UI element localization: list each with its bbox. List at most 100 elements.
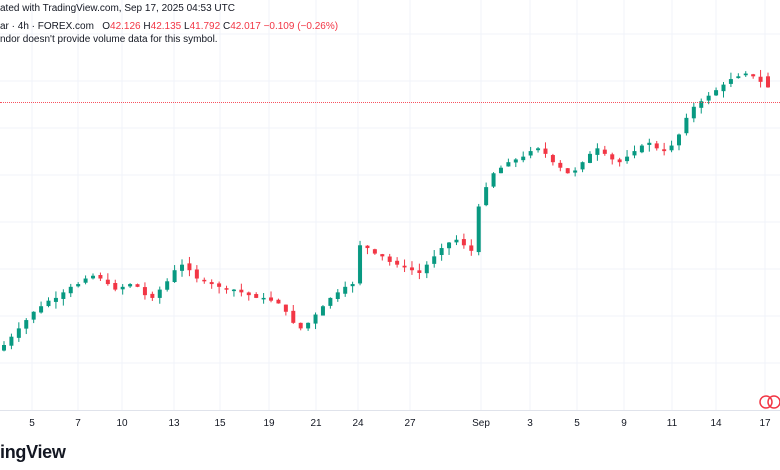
candle-body [632,151,637,156]
branding[interactable]: ingView [0,441,66,463]
candle-body [469,245,474,251]
candle-body [224,288,229,290]
candle-body [595,148,600,155]
candle-body [120,286,125,290]
candle-body [194,269,199,279]
candle-body [521,156,526,161]
x-tick-label: 24 [352,418,364,429]
candle-body [53,297,58,302]
candle-body [395,260,400,265]
candle-body [447,242,452,249]
tradingview-watermark-icon[interactable] [759,395,780,409]
candle-body [714,90,719,96]
candle-body [758,76,763,82]
candle-body [461,239,466,246]
x-axis[interactable]: 5 7 10 13 15 19 21 24 27 Sep 3 5 9 11 14 17 [0,410,780,441]
x-tick-label: Sep [472,418,490,429]
candle-body [573,170,578,173]
symbol-label: ar · 4h · FOREX.com [0,21,94,32]
candle-body [91,275,96,279]
change-value: −0.109 (−0.26%) [263,21,339,32]
candle-body [625,156,630,162]
candle-body [439,248,444,256]
candle-body [76,284,81,287]
candle-body [283,304,288,312]
candle-body [172,270,177,283]
candle-body [380,254,385,257]
ohlc-legend: ar · 4h · FOREX.com O42.126 H42.135 L41.… [0,21,338,33]
last-price-line [0,102,780,103]
candle-body [9,336,14,346]
candle-body [766,76,770,88]
brand-name: ingView [0,441,66,462]
candle-body [350,284,355,287]
x-tick-label: 17 [759,418,771,429]
x-tick-label: 19 [263,418,275,429]
candlestick-chart[interactable] [0,0,780,410]
x-tick-label: 9 [621,418,627,429]
candle-body [454,239,459,243]
candle-body [610,154,615,160]
candle-body [365,245,370,249]
candle-body [550,155,555,163]
candle-body [684,117,689,134]
candle-body [298,322,303,329]
high-value: 42.135 [150,21,182,32]
candle-body [372,249,377,254]
open-value: 42.126 [110,21,141,32]
candle-body [662,149,667,152]
candle-body [736,76,741,79]
x-tick-label: 14 [710,418,722,429]
candle-body [706,95,711,101]
candle-body [513,159,518,163]
candle-body [61,292,66,299]
candle-body [187,263,192,271]
candle-body [476,206,481,253]
candle-body [142,287,147,296]
candle-body [261,297,266,300]
candle-body [113,282,118,290]
candle-body [209,282,214,285]
candle-body [157,289,162,298]
candle-body [202,279,207,282]
candle-body [291,310,296,323]
candle-body [68,286,73,294]
candle-body [602,149,607,154]
x-tick-label: 15 [214,418,226,429]
candle-body [676,134,681,146]
candle-body [580,162,585,170]
candle-body [217,283,222,287]
x-tick-label: 7 [75,418,81,429]
candle-body [335,292,340,299]
candle-body [135,284,140,287]
candle-body [254,294,259,298]
candle-body [150,293,155,298]
candle-body [751,74,756,77]
candle-body [231,289,236,292]
candle-body [506,162,511,167]
open-label: O [102,21,111,32]
candle-body [105,279,110,285]
candle-body [424,264,429,274]
candle-body [484,187,489,206]
candle-body [691,106,696,119]
candle-body [328,297,333,306]
candle-body [239,289,244,293]
candle-body [46,300,51,307]
candle-body [128,284,133,287]
chart-area[interactable] [0,0,780,410]
x-tick-label: 21 [310,418,322,429]
candle-body [180,264,185,271]
candle-body [647,142,652,145]
volume-note: ndor doesn't provide volume data for thi… [0,34,218,45]
published-caption: ated with TradingView.com, Sep 17, 2025 … [0,3,235,14]
candle-body [16,328,21,338]
candle-body [417,270,422,273]
candle-body [2,345,6,351]
candle-body [617,159,622,163]
x-tick-label: 5 [574,418,580,429]
x-tick-label: 13 [168,418,180,429]
candle-body [543,148,548,154]
candle-body [246,292,251,296]
candle-body [320,306,325,316]
